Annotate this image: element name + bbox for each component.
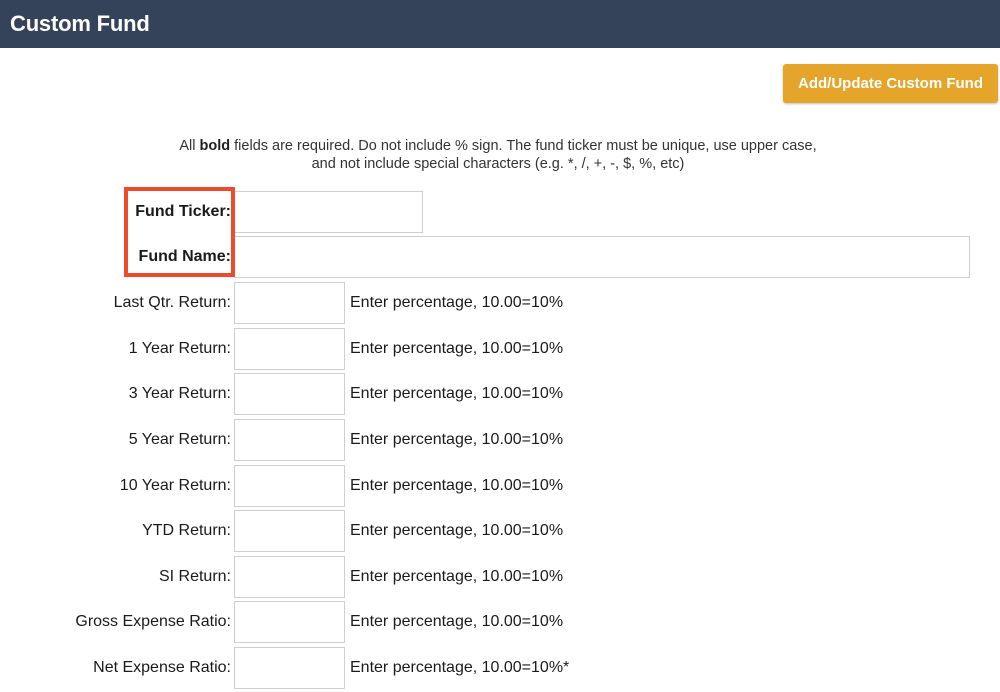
- label-cell: 5 Year Return:: [0, 419, 232, 461]
- 3-year-return-input[interactable]: [234, 373, 345, 415]
- label-cell: 1 Year Return:: [0, 328, 232, 370]
- form-row-1-year-return: 1 Year Return: Enter percentage, 10.00=1…: [0, 328, 1000, 370]
- gross-expense-ratio-label: Gross Expense Ratio:: [75, 613, 231, 630]
- net-expense-ratio-hint: Enter percentage, 10.00=10%*: [350, 659, 570, 676]
- 3-year-return-label: 3 Year Return:: [128, 385, 231, 402]
- 5-year-return-input[interactable]: [234, 419, 345, 461]
- fund-name-input[interactable]: [234, 236, 970, 278]
- fund-ticker-input[interactable]: [234, 191, 423, 233]
- label-cell: 10 Year Return:: [0, 465, 232, 507]
- required-fields-note: All bold fields are required. Do not inc…: [100, 137, 896, 173]
- last-qtr-return-input[interactable]: [234, 282, 345, 324]
- label-cell: Fund Ticker:: [0, 191, 232, 233]
- label-cell: Gross Expense Ratio:: [0, 601, 232, 643]
- si-return-hint: Enter percentage, 10.00=10%: [350, 568, 564, 585]
- form-row-si-return: SI Return: Enter percentage, 10.00=10%: [0, 556, 1000, 598]
- label-cell: Fund Name:: [0, 236, 232, 278]
- 1-year-return-input[interactable]: [234, 328, 345, 370]
- si-return-label: SI Return:: [158, 568, 231, 585]
- form-row-ytd-return: YTD Return: Enter percentage, 10.00=10%: [0, 510, 1000, 552]
- label-cell: 3 Year Return:: [0, 373, 232, 415]
- label-cell: Net Expense Ratio:: [0, 647, 232, 689]
- si-return-input[interactable]: [234, 556, 345, 598]
- net-expense-ratio-label: Net Expense Ratio:: [93, 659, 231, 676]
- label-cell: SI Return:: [0, 556, 232, 598]
- 5-year-return-hint: Enter percentage, 10.00=10%: [350, 431, 564, 448]
- ytd-return-input[interactable]: [234, 510, 345, 552]
- gross-expense-ratio-input[interactable]: [234, 601, 345, 643]
- gross-expense-ratio-hint: Enter percentage, 10.00=10%: [350, 613, 564, 630]
- note-line1: fields are required. Do not include % si…: [230, 138, 817, 154]
- form-row-last-qtr-return: Last Qtr. Return: Enter percentage, 10.0…: [0, 282, 1000, 324]
- form-row-10-year-return: 10 Year Return: Enter percentage, 10.00=…: [0, 465, 1000, 507]
- 10-year-return-input[interactable]: [234, 465, 345, 507]
- note-line2: and not include special characters (e.g.…: [311, 156, 685, 172]
- ytd-return-hint: Enter percentage, 10.00=10%: [350, 522, 564, 539]
- note-bold-word: bold: [199, 138, 231, 154]
- fund-name-label: Fund Name:: [138, 248, 231, 265]
- note-prefix: All: [179, 138, 200, 154]
- 5-year-return-label: 5 Year Return:: [128, 431, 231, 448]
- last-qtr-return-hint: Enter percentage, 10.00=10%: [350, 294, 564, 311]
- form-row-3-year-return: 3 Year Return: Enter percentage, 10.00=1…: [0, 373, 1000, 415]
- last-qtr-return-label: Last Qtr. Return:: [113, 294, 231, 311]
- form-row-gross-expense-ratio: Gross Expense Ratio: Enter percentage, 1…: [0, 601, 1000, 643]
- net-expense-ratio-input[interactable]: [234, 647, 345, 689]
- 1-year-return-hint: Enter percentage, 10.00=10%: [350, 340, 564, 357]
- 3-year-return-hint: Enter percentage, 10.00=10%: [350, 385, 564, 402]
- 10-year-return-label: 10 Year Return:: [119, 477, 231, 494]
- label-cell: Last Qtr. Return:: [0, 282, 232, 324]
- form-row-net-expense-ratio: Net Expense Ratio: Enter percentage, 10.…: [0, 647, 1000, 689]
- page-title: Custom Fund: [10, 11, 150, 36]
- page-header: Custom Fund: [0, 0, 1000, 48]
- form-row-5-year-return: 5 Year Return: Enter percentage, 10.00=1…: [0, 419, 1000, 461]
- add-update-custom-fund-button[interactable]: Add/Update Custom Fund: [783, 64, 998, 103]
- fund-ticker-label: Fund Ticker:: [135, 203, 231, 220]
- 1-year-return-label: 1 Year Return:: [128, 340, 231, 357]
- 10-year-return-hint: Enter percentage, 10.00=10%: [350, 477, 564, 494]
- label-cell: YTD Return:: [0, 510, 232, 552]
- ytd-return-label: YTD Return:: [142, 522, 231, 539]
